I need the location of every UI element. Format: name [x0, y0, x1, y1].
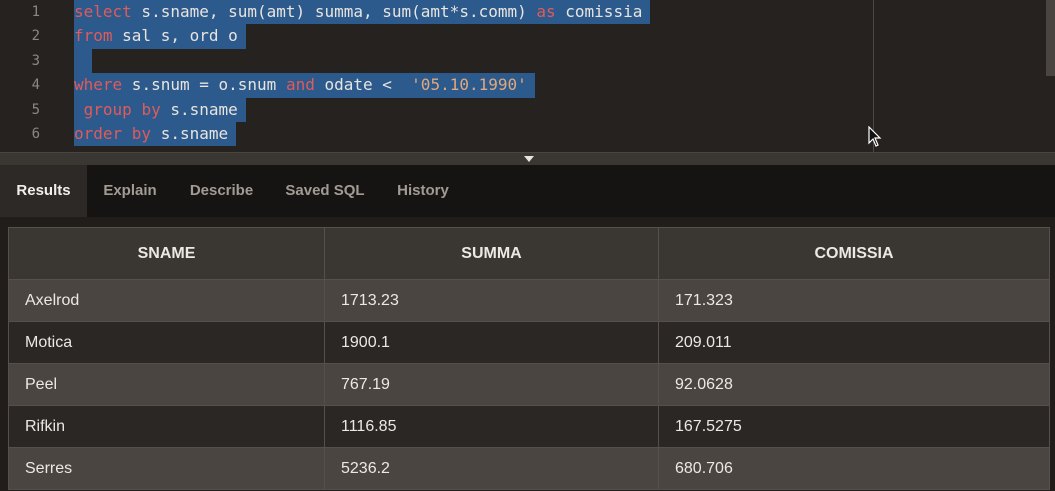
code-line[interactable]: from sal s, ord o — [74, 24, 246, 49]
line-number: 6 — [31, 126, 40, 142]
cell-sname: Rifkin — [8, 405, 325, 448]
collapse-arrow-icon[interactable] — [524, 156, 534, 162]
line-number: 1 — [31, 4, 40, 20]
sql-keyword: select — [74, 2, 132, 21]
table-header-row: SNAME SUMMA COMISSIA — [8, 227, 1050, 280]
cell-sname: Axelrod — [8, 279, 325, 322]
tab-results[interactable]: Results — [0, 165, 87, 217]
cell-summa: 1116.85 — [324, 405, 659, 448]
cell-comissia: 171.323 — [658, 279, 1050, 322]
code-area[interactable]: select s.sname, sum(amt) summa, sum(amt*… — [74, 0, 1055, 152]
results-table: SNAME SUMMA COMISSIA Axelrod 1713.23 171… — [8, 227, 1050, 490]
sql-text: s.sname — [160, 99, 238, 119]
cell-sname: Peel — [8, 363, 325, 406]
sql-editor[interactable]: 1 2 3 4 5 6 select s.sname, sum(amt) sum… — [0, 0, 1055, 152]
column-header-comissia[interactable]: COMISSIA — [658, 227, 1050, 280]
column-header-summa[interactable]: SUMMA — [324, 227, 659, 280]
cell-summa: 5236.2 — [324, 447, 659, 490]
table-row: Rifkin 1116.85 167.5275 — [8, 405, 1050, 448]
code-line[interactable]: group by s.sname — [74, 97, 246, 122]
mouse-pointer-icon — [868, 126, 882, 147]
table-row: Peel 767.19 92.0628 — [8, 363, 1050, 406]
cell-comissia: 680.706 — [658, 447, 1050, 490]
column-header-sname[interactable]: SNAME — [8, 227, 325, 280]
cell-sname: Serres — [8, 447, 325, 490]
sql-keyword: as — [536, 2, 556, 21]
sql-keyword: order by — [74, 124, 152, 143]
sql-keyword: from — [74, 26, 113, 46]
cell-summa: 767.19 — [324, 363, 659, 406]
cell-comissia: 92.0628 — [658, 363, 1050, 406]
code-line[interactable]: select s.sname, sum(amt) summa, sum(amt*… — [74, 0, 651, 25]
line-number-gutter: 1 2 3 4 5 6 — [0, 0, 60, 152]
sql-text: s.sname, sum(amt) summa, sum(amt*s.comm) — [131, 2, 537, 21]
line-number: 5 — [31, 101, 40, 118]
sql-keyword: where — [74, 75, 123, 95]
table-row: Serres 5236.2 680.706 — [8, 447, 1050, 490]
output-tabs: Results Explain Describe Saved SQL Histo… — [0, 165, 1055, 217]
editor-scrollbar-thumb[interactable] — [1046, 0, 1055, 76]
cell-sname: Motica — [8, 321, 325, 364]
sql-text: comissia — [555, 2, 643, 21]
selection-highlight: group by s.sname — [74, 97, 246, 122]
pane-splitter[interactable] — [0, 152, 1055, 165]
code-line[interactable] — [74, 48, 92, 74]
sql-text: s.sname — [151, 124, 229, 143]
selection-highlight: from sal s, ord o — [74, 24, 246, 49]
sql-text: sal s, ord o — [112, 26, 238, 46]
selection-highlight — [74, 48, 92, 74]
cell-comissia: 209.011 — [658, 321, 1050, 364]
sql-string: '05.10.1990' — [411, 75, 527, 95]
table-row: Motica 1900.1 209.011 — [8, 321, 1050, 364]
selection-highlight: order by s.sname — [74, 122, 237, 147]
tab-saved-sql[interactable]: Saved SQL — [270, 165, 380, 217]
line-number: 2 — [31, 28, 40, 45]
sql-text: s.snum = o.snum — [122, 75, 286, 95]
code-line[interactable]: where s.snum = o.snum and odate < '05.10… — [74, 73, 535, 98]
line-number: 3 — [31, 52, 40, 69]
line-number: 4 — [31, 77, 40, 94]
selection-highlight: select s.sname, sum(amt) summa, sum(amt*… — [74, 0, 651, 25]
tab-explain[interactable]: Explain — [87, 165, 173, 217]
tab-describe[interactable]: Describe — [173, 165, 270, 217]
cell-comissia: 167.5275 — [658, 405, 1050, 448]
cell-summa: 1900.1 — [324, 321, 659, 364]
sql-keyword: and — [285, 75, 315, 95]
sql-keyword: group by — [83, 99, 161, 119]
results-pane: SNAME SUMMA COMISSIA Axelrod 1713.23 171… — [0, 217, 1055, 491]
cell-summa: 1713.23 — [324, 279, 659, 322]
selection-highlight: where s.snum = o.snum and odate < '05.10… — [74, 73, 535, 98]
sql-text: odate < — [314, 75, 412, 95]
tab-history[interactable]: History — [380, 165, 466, 217]
code-line[interactable]: order by s.sname — [74, 122, 237, 147]
table-row: Axelrod 1713.23 171.323 — [8, 279, 1050, 322]
